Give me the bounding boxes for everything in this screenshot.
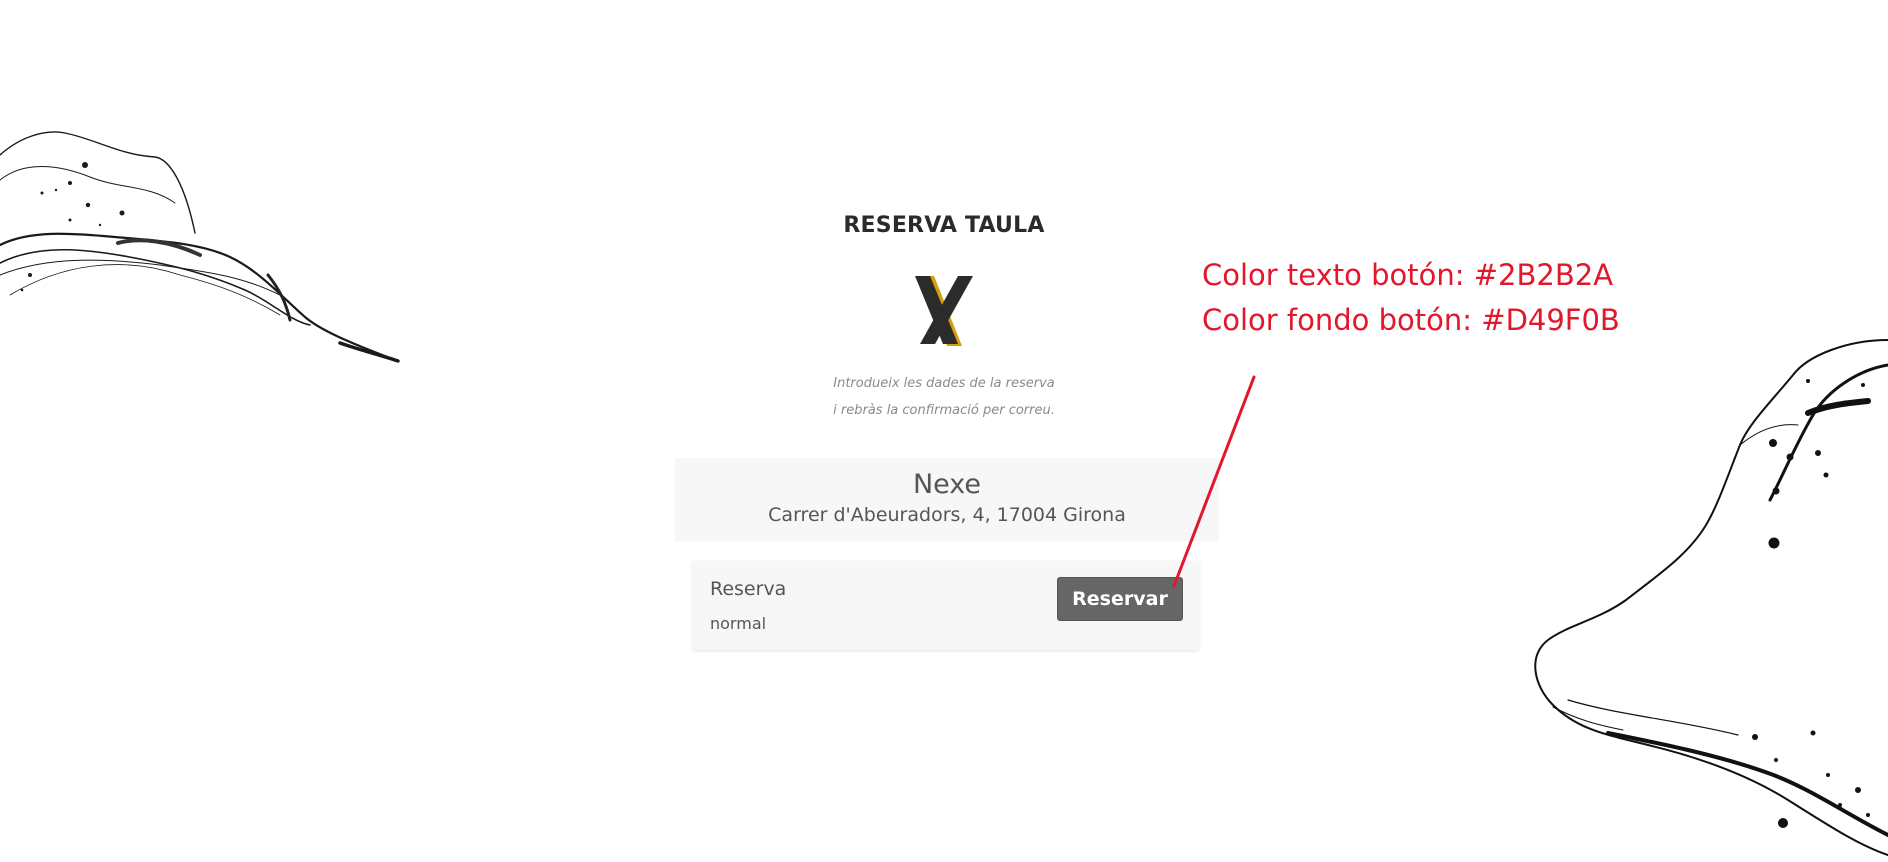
restaurant-info-panel: Nexe Carrer d'Abeuradors, 4, 17004 Giron… — [675, 458, 1219, 541]
ink-stroke-left-decoration — [0, 131, 400, 363]
intro-line-1: Introdueix les dades de la reserva — [833, 376, 1055, 391]
restaurant-address: Carrer d'Abeuradors, 4, 17004 Girona — [768, 504, 1126, 526]
booking-option-card: Reserva normal Reservar — [693, 561, 1199, 650]
restaurant-name: Nexe — [912, 469, 982, 500]
intro-line-2: i rebràs la confirmació per correu. — [833, 403, 1055, 418]
annotation-button-text-color: Color texto botón: #2B2B2A — [1202, 258, 1614, 292]
booking-label: Reserva — [710, 578, 787, 600]
x-logo-icon — [915, 276, 973, 346]
booking-type: normal — [710, 614, 767, 633]
intro-text: Introdueix les dades de la reserva i reb… — [0, 370, 1888, 424]
annotation-button-bg-color: Color fondo botón: #D49F0B — [1202, 303, 1620, 337]
reserve-button[interactable]: Reservar — [1057, 577, 1183, 621]
page-title: RESERVA TAULA — [843, 213, 1045, 238]
